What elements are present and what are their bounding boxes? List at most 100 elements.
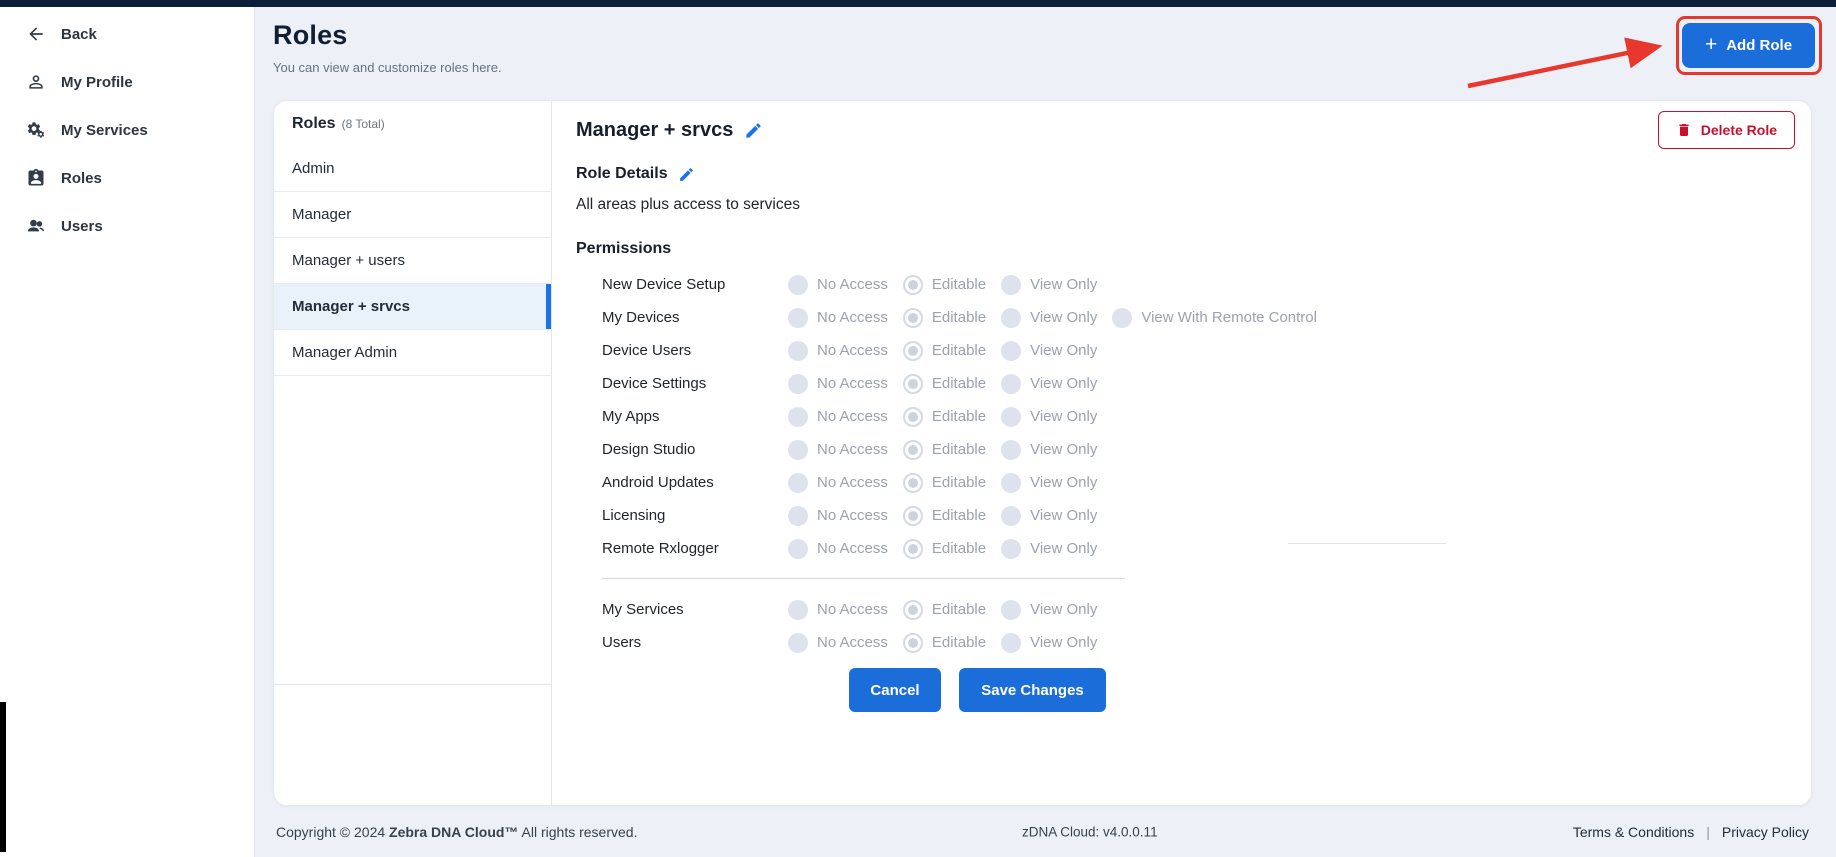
- sidebar-item-my-services[interactable]: My Services: [0, 106, 254, 154]
- radio-option-no-access[interactable]: No Access: [788, 341, 888, 361]
- radio-unselected-icon[interactable]: [788, 275, 808, 295]
- radio-selected-icon[interactable]: [903, 473, 923, 493]
- radio-unselected-icon[interactable]: [788, 539, 808, 559]
- role-list-item[interactable]: Manager + srvcs: [274, 284, 551, 330]
- radio-selected-icon[interactable]: [903, 308, 923, 328]
- role-list-item[interactable]: Manager + users: [274, 238, 551, 284]
- save-changes-button[interactable]: Save Changes: [959, 668, 1106, 712]
- copyright-text: Copyright © 2024 Zebra DNA Cloud™ All ri…: [276, 824, 637, 840]
- radio-unselected-icon[interactable]: [1001, 440, 1021, 460]
- radio-option-view-only[interactable]: View Only: [1001, 341, 1097, 361]
- radio-selected-icon[interactable]: [903, 407, 923, 427]
- link-separator: |: [1706, 824, 1710, 840]
- delete-role-button[interactable]: Delete Role: [1658, 111, 1795, 149]
- radio-unselected-icon[interactable]: [788, 407, 808, 427]
- radio-unselected-icon[interactable]: [1001, 275, 1021, 295]
- permissions-table: New Device SetupNo AccessEditableView On…: [576, 268, 1811, 712]
- sidebar-item-users[interactable]: Users: [0, 202, 254, 250]
- permission-row: Device SettingsNo AccessEditableView Onl…: [602, 367, 1811, 400]
- radio-unselected-icon[interactable]: [788, 308, 808, 328]
- radio-selected-icon[interactable]: [903, 506, 923, 526]
- radio-option-view-only[interactable]: View Only: [1001, 506, 1097, 526]
- radio-option-label: View Only: [1030, 408, 1097, 425]
- radio-unselected-icon[interactable]: [1001, 539, 1021, 559]
- edit-role-name-button[interactable]: [744, 121, 763, 140]
- radio-option-view-only[interactable]: View Only: [1001, 600, 1097, 620]
- radio-option-view-only[interactable]: View Only: [1001, 407, 1097, 427]
- radio-option-no-access[interactable]: No Access: [788, 308, 888, 328]
- permission-label: Device Users: [602, 342, 788, 359]
- radio-option-no-access[interactable]: No Access: [788, 600, 888, 620]
- radio-unselected-icon[interactable]: [1001, 473, 1021, 493]
- radio-option-view-only[interactable]: View Only: [1001, 374, 1097, 394]
- radio-unselected-icon[interactable]: [1001, 407, 1021, 427]
- sidebar-item-back[interactable]: Back: [0, 10, 254, 58]
- radio-option-no-access[interactable]: No Access: [788, 506, 888, 526]
- radio-option-editable[interactable]: Editable: [903, 633, 986, 653]
- radio-option-label: View Only: [1030, 474, 1097, 491]
- radio-unselected-icon[interactable]: [1001, 506, 1021, 526]
- radio-option-view-only[interactable]: View Only: [1001, 633, 1097, 653]
- radio-unselected-icon[interactable]: [1001, 374, 1021, 394]
- role-list-item[interactable]: Manager Admin: [274, 330, 551, 376]
- radio-option-editable[interactable]: Editable: [903, 600, 986, 620]
- radio-selected-icon[interactable]: [903, 633, 923, 653]
- radio-unselected-icon[interactable]: [1001, 633, 1021, 653]
- radio-option-no-access[interactable]: No Access: [788, 440, 888, 460]
- radio-option-editable[interactable]: Editable: [903, 539, 986, 559]
- role-list-item[interactable]: Manager: [274, 192, 551, 238]
- radio-unselected-icon[interactable]: [788, 341, 808, 361]
- radio-option-editable[interactable]: Editable: [903, 506, 986, 526]
- radio-option-no-access[interactable]: No Access: [788, 473, 888, 493]
- radio-unselected-icon[interactable]: [1001, 341, 1021, 361]
- radio-unselected-icon[interactable]: [788, 600, 808, 620]
- radio-selected-icon[interactable]: [903, 440, 923, 460]
- radio-option-editable[interactable]: Editable: [903, 341, 986, 361]
- radio-option-view-only[interactable]: View Only: [1001, 308, 1097, 328]
- radio-unselected-icon[interactable]: [1112, 308, 1132, 328]
- radio-unselected-icon[interactable]: [788, 506, 808, 526]
- radio-option-editable[interactable]: Editable: [903, 473, 986, 493]
- radio-selected-icon[interactable]: [903, 600, 923, 620]
- privacy-policy-link[interactable]: Privacy Policy: [1722, 824, 1809, 840]
- radio-option-editable[interactable]: Editable: [903, 407, 986, 427]
- radio-option-label: Editable: [932, 474, 986, 491]
- radio-unselected-icon[interactable]: [788, 440, 808, 460]
- radio-unselected-icon[interactable]: [1001, 600, 1021, 620]
- radio-option-label: View Only: [1030, 375, 1097, 392]
- radio-option-view-only[interactable]: View Only: [1001, 275, 1097, 295]
- radio-option-view-only[interactable]: View Only: [1001, 473, 1097, 493]
- add-role-button[interactable]: + Add Role: [1682, 23, 1815, 68]
- delete-role-label: Delete Role: [1701, 122, 1777, 138]
- radio-option-view-only[interactable]: View Only: [1001, 539, 1097, 559]
- radio-option-no-access[interactable]: No Access: [788, 374, 888, 394]
- radio-option-label: Editable: [932, 408, 986, 425]
- sidebar-item-roles[interactable]: Roles: [0, 154, 254, 202]
- sidebar-item-my-profile[interactable]: My Profile: [0, 58, 254, 106]
- radio-unselected-icon[interactable]: [1001, 308, 1021, 328]
- radio-option-editable[interactable]: Editable: [903, 374, 986, 394]
- radio-option-editable[interactable]: Editable: [903, 440, 986, 460]
- radio-selected-icon[interactable]: [903, 374, 923, 394]
- radio-option-view-only[interactable]: View Only: [1001, 440, 1097, 460]
- radio-option-no-access[interactable]: No Access: [788, 633, 888, 653]
- radio-option-no-access[interactable]: No Access: [788, 275, 888, 295]
- radio-selected-icon[interactable]: [903, 275, 923, 295]
- permission-label: Licensing: [602, 507, 788, 524]
- radio-selected-icon[interactable]: [903, 539, 923, 559]
- terms-conditions-link[interactable]: Terms & Conditions: [1573, 824, 1694, 840]
- role-list-item[interactable]: Admin: [274, 146, 551, 192]
- radio-unselected-icon[interactable]: [788, 374, 808, 394]
- radio-selected-icon[interactable]: [903, 341, 923, 361]
- radio-option-view-with-remote-control[interactable]: View With Remote Control: [1112, 308, 1317, 328]
- radio-unselected-icon[interactable]: [788, 633, 808, 653]
- radio-option-editable[interactable]: Editable: [903, 308, 986, 328]
- edit-role-details-button[interactable]: [678, 166, 695, 183]
- radio-option-no-access[interactable]: No Access: [788, 407, 888, 427]
- roles-list: AdminManagerManager + usersManager + srv…: [274, 146, 551, 376]
- radio-option-editable[interactable]: Editable: [903, 275, 986, 295]
- cancel-button[interactable]: Cancel: [849, 668, 941, 712]
- radio-unselected-icon[interactable]: [788, 473, 808, 493]
- copyright-prefix: Copyright © 2024: [276, 824, 389, 840]
- radio-option-no-access[interactable]: No Access: [788, 539, 888, 559]
